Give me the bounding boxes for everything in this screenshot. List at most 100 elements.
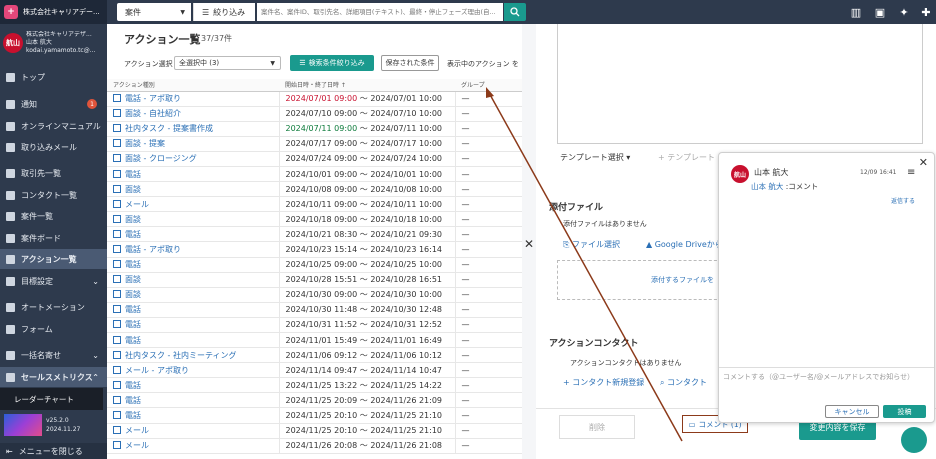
company-icon[interactable]: ▥	[849, 5, 863, 19]
col-action-type[interactable]: アクション種別	[107, 79, 279, 92]
table-row[interactable]: メール 2024/11/25 20:10 ～ 2024/11/25 21:10—	[107, 423, 522, 439]
narrow-search-button[interactable]: ☰ 検索条件絞り込み	[290, 55, 374, 71]
edit-icon[interactable]	[113, 441, 121, 450]
action-type-cell[interactable]: 社内タスク - 社内ミーティング	[107, 347, 279, 364]
action-type-cell[interactable]: 電話 - アポ取り	[107, 241, 279, 258]
template-add[interactable]: + テンプレート	[658, 152, 715, 163]
sidebar-item-clients[interactable]: 取引先一覧	[0, 163, 107, 183]
action-type-cell[interactable]: 電話	[107, 392, 279, 409]
close-detail-icon[interactable]: ✕	[524, 237, 534, 251]
edit-icon[interactable]	[113, 139, 121, 148]
table-row[interactable]: 電話 2024/11/25 20:10 ～ 2024/11/25 21:10—	[107, 407, 522, 424]
action-type-cell[interactable]: 面談	[107, 211, 279, 228]
table-row[interactable]: 電話 2024/10/31 11:52 ～ 2024/10/31 12:52—	[107, 317, 522, 334]
sidebar-item-automation[interactable]: オートメーション	[0, 297, 107, 317]
action-type-cell[interactable]: メール	[107, 196, 279, 213]
sidebar-item-form[interactable]: フォーム	[0, 319, 107, 339]
action-type-cell[interactable]: メール - アポ取り	[107, 362, 279, 379]
running-icon[interactable]: ✦	[897, 5, 911, 19]
table-row[interactable]: 面談 2024/10/28 15:51 ～ 2024/10/28 16:51—	[107, 272, 522, 288]
comment-mention[interactable]: 山本 航大	[751, 182, 783, 191]
reply-link[interactable]: 返信する	[891, 196, 915, 205]
table-row[interactable]: 電話 2024/11/25 20:09 ～ 2024/11/26 21:09—	[107, 392, 522, 409]
table-row[interactable]: 面談 2024/10/30 09:00 ～ 2024/10/30 10:00—	[107, 287, 522, 303]
table-row[interactable]: 面談 2024/10/08 09:00 ～ 2024/10/08 10:00—	[107, 181, 522, 198]
action-type-cell[interactable]: 電話	[107, 257, 279, 273]
contact-search-button[interactable]: ⌕ コンタクト	[660, 377, 707, 388]
table-row[interactable]: 社内タスク - 提案書作成 2024/07/11 09:00 ～ 2024/07/…	[107, 121, 522, 137]
table-row[interactable]: メール - アポ取り 2024/11/14 09:47 ～ 2024/11/14 …	[107, 362, 522, 379]
edit-icon[interactable]	[113, 411, 121, 420]
action-type-cell[interactable]: メール	[107, 423, 279, 439]
edit-icon[interactable]	[113, 426, 121, 435]
action-type-cell[interactable]: 電話	[107, 332, 279, 349]
table-row[interactable]: 面談 2024/10/18 09:00 ～ 2024/10/18 10:00—	[107, 211, 522, 228]
sidebar-item-notifications[interactable]: 通知 1	[0, 94, 107, 114]
action-type-cell[interactable]: 面談 - 提案	[107, 136, 279, 152]
delete-button[interactable]: 削除	[559, 415, 635, 439]
table-row[interactable]: 電話 2024/11/01 15:49 ～ 2024/11/01 16:49—	[107, 332, 522, 349]
edit-icon[interactable]	[113, 214, 121, 223]
action-type-cell[interactable]: 電話	[107, 302, 279, 318]
table-row[interactable]: 電話 2024/10/01 09:00 ～ 2024/10/01 10:00—	[107, 166, 522, 183]
col-datetime[interactable]: 開始日時・終了日時 ↑	[279, 79, 455, 92]
edit-icon[interactable]	[113, 109, 121, 118]
sidebar-item-radar-chart[interactable]: レーダーチャート	[0, 388, 103, 410]
chat-support-icon[interactable]	[901, 427, 927, 453]
sidebar-item-merge[interactable]: 一括名寄せ ⌄	[0, 345, 107, 365]
edit-icon[interactable]	[113, 260, 121, 269]
edit-icon[interactable]	[113, 350, 121, 359]
action-type-cell[interactable]: 面談	[107, 287, 279, 303]
filter-button[interactable]: ☰ 絞り込み	[193, 3, 255, 21]
action-type-cell[interactable]: 電話	[107, 317, 279, 334]
edit-icon[interactable]	[113, 244, 121, 253]
action-type-cell[interactable]: 社内タスク - 提案書作成	[107, 121, 279, 137]
action-type-cell[interactable]: 電話	[107, 226, 279, 243]
comment-menu-icon[interactable]: ≡	[907, 167, 915, 178]
user-add-icon[interactable]: ✚	[919, 5, 933, 19]
sidebar-item-actions[interactable]: アクション一覧	[0, 249, 107, 269]
action-type-cell[interactable]: 電話 - アポ取り	[107, 91, 279, 107]
memo-textarea[interactable]	[557, 24, 923, 144]
edit-icon[interactable]	[113, 184, 121, 193]
google-drive-button[interactable]: ▲ Google Driveから	[646, 239, 723, 250]
briefcase-add-icon[interactable]: ▣	[873, 5, 887, 19]
saved-conditions-button[interactable]: 保存された条件	[381, 55, 439, 71]
action-type-cell[interactable]: 面談 - 自社紹介	[107, 106, 279, 122]
table-row[interactable]: メール 2024/10/11 09:00 ～ 2024/10/11 10:00—	[107, 196, 522, 213]
action-type-cell[interactable]: メール	[107, 438, 279, 454]
table-row[interactable]: 電話 - アポ取り 2024/07/01 09:00 ～ 2024/07/01 1…	[107, 91, 522, 107]
edit-icon[interactable]	[113, 395, 121, 404]
file-dropzone[interactable]: 添付するファイルを	[557, 260, 727, 300]
sidebar-item-deals[interactable]: 案件一覧	[0, 206, 107, 226]
table-row[interactable]: メール 2024/11/26 20:08 ～ 2024/11/26 21:08—	[107, 438, 522, 454]
sidebar-item-goals[interactable]: 目標設定 ⌄	[0, 271, 107, 291]
sidebar-item-mail[interactable]: 取り込みメール	[0, 137, 107, 157]
col-group[interactable]: グループ	[455, 79, 522, 92]
edit-icon[interactable]	[113, 380, 121, 389]
table-row[interactable]: 電話 2024/10/25 09:00 ～ 2024/10/25 10:00—	[107, 257, 522, 273]
sidebar-item-top[interactable]: トップ	[0, 67, 107, 87]
edit-icon[interactable]	[113, 275, 121, 284]
table-row[interactable]: 電話 2024/11/25 13:22 ～ 2024/11/25 14:22—	[107, 377, 522, 394]
table-row[interactable]: 面談 - クロージング 2024/07/24 09:00 ～ 2024/07/24…	[107, 151, 522, 167]
org-header[interactable]: + 株式会社キャリアデー...	[0, 0, 107, 24]
user-card[interactable]: 航山 株式会社キャリアデザ... 山本 航大 kodai.yamamoto.tc…	[0, 26, 107, 60]
action-select[interactable]: 全選択中 (3) ▼	[174, 56, 281, 70]
table-row[interactable]: 面談 - 提案 2024/07/17 09:00 ～ 2024/07/17 10:…	[107, 136, 522, 152]
edit-icon[interactable]	[113, 229, 121, 238]
edit-icon[interactable]	[113, 94, 121, 103]
table-row[interactable]: 面談 - 自社紹介 2024/07/10 09:00 ～ 2024/07/10 1…	[107, 106, 522, 122]
action-type-cell[interactable]: 面談 - クロージング	[107, 151, 279, 167]
action-type-cell[interactable]: 面談	[107, 181, 279, 198]
edit-icon[interactable]	[113, 199, 121, 208]
table-row[interactable]: 電話 2024/10/21 08:30 ～ 2024/10/21 09:30—	[107, 226, 522, 243]
edit-icon[interactable]	[113, 305, 121, 314]
edit-icon[interactable]	[113, 290, 121, 299]
edit-icon[interactable]	[113, 320, 121, 329]
edit-icon[interactable]	[113, 365, 121, 374]
post-button[interactable]: 投稿	[883, 405, 926, 418]
action-type-cell[interactable]: 電話	[107, 377, 279, 394]
file-select-button[interactable]: ⎘ ファイル選択	[563, 239, 620, 250]
table-row[interactable]: 電話 - アポ取り 2024/10/23 15:14 ～ 2024/10/23 1…	[107, 241, 522, 258]
